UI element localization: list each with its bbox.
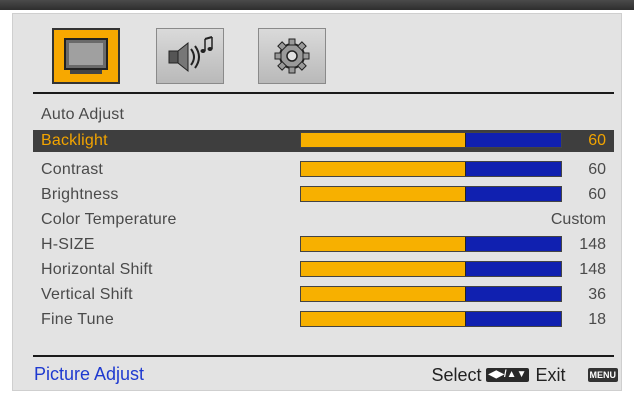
menu-item[interactable]: Brightness 60 bbox=[33, 184, 614, 206]
menu-item-value: 18 bbox=[588, 311, 606, 328]
menu-item[interactable]: Fine Tune 18 bbox=[33, 309, 614, 331]
menu-item[interactable]: Color Temperature Custom bbox=[33, 209, 614, 231]
exit-label: Exit bbox=[535, 364, 566, 385]
menu-item-label: Backlight bbox=[41, 132, 108, 149]
menu-item-value: 60 bbox=[588, 132, 606, 149]
monitor-icon bbox=[64, 38, 108, 74]
top-bar bbox=[0, 0, 634, 10]
select-label: Select bbox=[431, 364, 482, 385]
menu-item-label: H-SIZE bbox=[41, 236, 95, 253]
tab-audio[interactable] bbox=[156, 28, 224, 84]
menu-item[interactable]: Auto Adjust bbox=[33, 104, 614, 126]
menu-item[interactable]: Backlight 60 bbox=[33, 130, 614, 152]
menu-item[interactable]: Horizontal Shift 148 bbox=[33, 259, 614, 281]
level-slider-fill bbox=[301, 133, 466, 147]
level-slider-fill bbox=[301, 262, 466, 276]
menu-item-value: Custom bbox=[550, 211, 606, 228]
level-slider[interactable] bbox=[300, 161, 562, 177]
footer-hints: Select ◀▶/▲▼ Exit MENU bbox=[431, 364, 618, 386]
menu-item-value: 148 bbox=[579, 261, 606, 278]
menu-key-icon: MENU bbox=[587, 368, 618, 382]
menu-item-value: 148 bbox=[579, 236, 606, 253]
menu-item-label: Color Temperature bbox=[41, 211, 177, 228]
level-slider[interactable] bbox=[300, 286, 562, 302]
arrow-keys-icon: ◀▶/▲▼ bbox=[485, 368, 530, 382]
menu-item-label: Vertical Shift bbox=[41, 286, 133, 303]
osd-screen: Auto Adjust Backlight 60 Contrast 60 Brightne… bbox=[0, 0, 634, 396]
tab-settings[interactable] bbox=[258, 28, 326, 84]
page-title: Picture Adjust bbox=[34, 364, 145, 384]
footer-divider bbox=[33, 355, 614, 357]
menu-item-label: Brightness bbox=[41, 186, 119, 203]
tab-picture[interactable] bbox=[52, 28, 120, 84]
menu-item[interactable]: Contrast 60 bbox=[33, 159, 614, 181]
level-slider-fill bbox=[301, 187, 466, 201]
level-slider[interactable] bbox=[300, 236, 562, 252]
menu-item-label: Auto Adjust bbox=[41, 106, 125, 123]
level-slider[interactable] bbox=[300, 186, 562, 202]
menu-item-value: 60 bbox=[588, 186, 606, 203]
header-divider bbox=[33, 92, 614, 94]
speaker-music-icon bbox=[168, 36, 213, 73]
menu-item-value: 60 bbox=[588, 161, 606, 178]
menu-item-label: Contrast bbox=[41, 161, 104, 178]
menu-item-value: 36 bbox=[588, 286, 606, 303]
level-slider-fill bbox=[301, 237, 466, 251]
level-slider[interactable] bbox=[300, 311, 562, 327]
menu-item-label: Horizontal Shift bbox=[41, 261, 153, 278]
level-slider[interactable] bbox=[300, 261, 562, 277]
gear-icon bbox=[274, 38, 310, 74]
level-slider-fill bbox=[301, 162, 466, 176]
level-slider-fill bbox=[301, 312, 466, 326]
menu-item[interactable]: H-SIZE 148 bbox=[33, 234, 614, 256]
menu-item-label: Fine Tune bbox=[41, 311, 114, 328]
menu-item[interactable]: Vertical Shift 36 bbox=[33, 284, 614, 306]
level-slider[interactable] bbox=[300, 132, 562, 148]
level-slider-fill bbox=[301, 287, 466, 301]
